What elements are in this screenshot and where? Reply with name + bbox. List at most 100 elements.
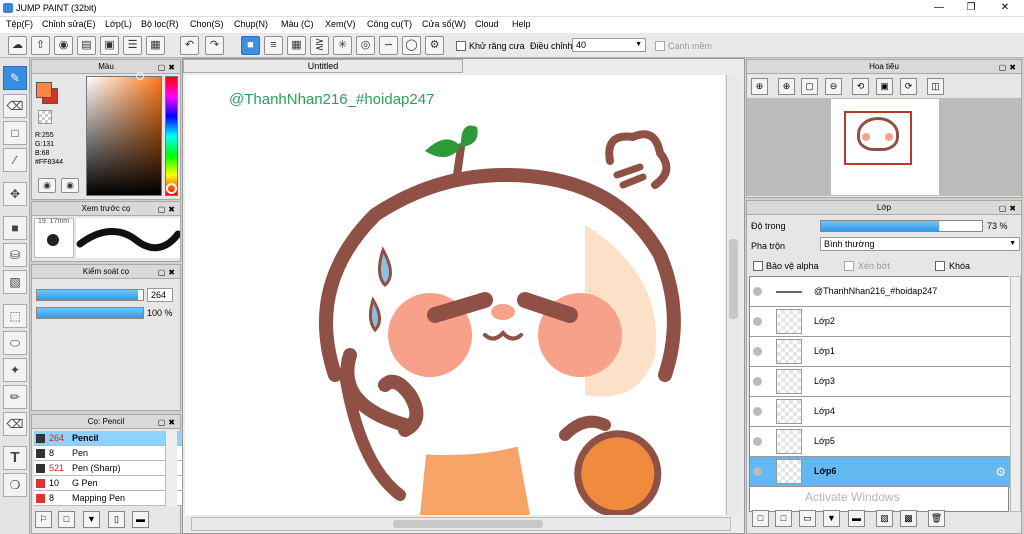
brush-add-icon[interactable]: ⚐ bbox=[35, 511, 52, 528]
panel-buttons-icon[interactable]: ▢✖ bbox=[158, 61, 178, 74]
panel-buttons-icon[interactable]: ▢✖ bbox=[158, 416, 178, 429]
layer-mask-icon[interactable]: ▩ bbox=[900, 510, 917, 527]
snap-parallel-icon[interactable]: ≡ bbox=[264, 36, 283, 55]
select-pen-tool-icon[interactable]: ✏ bbox=[3, 385, 27, 409]
soft-edge-checkbox[interactable] bbox=[655, 41, 665, 51]
rectangle-tool-icon[interactable]: □ bbox=[3, 121, 27, 145]
layer-row[interactable]: Lớp4 bbox=[750, 397, 1010, 427]
layer-row[interactable]: Lớp2 bbox=[750, 307, 1010, 337]
snap-grid-icon[interactable]: ▦ bbox=[287, 36, 306, 55]
snap-perspective-icon[interactable]: ⋛ bbox=[310, 36, 329, 55]
transparent-swatch[interactable] bbox=[38, 110, 52, 124]
color-palette-icon[interactable]: ◉ bbox=[38, 178, 56, 193]
brush-opacity-slider[interactable] bbox=[36, 307, 144, 319]
magic-wand-tool-icon[interactable]: ✦ bbox=[3, 358, 27, 382]
adjust-dropdown[interactable]: 40 ▼ bbox=[572, 38, 646, 52]
document-icon[interactable]: ▣ bbox=[100, 36, 119, 55]
minimize-icon[interactable]: — bbox=[924, 0, 954, 17]
bucket-tool-icon[interactable]: ⛁ bbox=[3, 243, 27, 267]
menu-cloud[interactable]: Cloud bbox=[475, 19, 499, 29]
layer-row[interactable]: Lớp3 bbox=[750, 367, 1010, 397]
menu-view[interactable]: Xem(V) bbox=[325, 19, 356, 29]
zoom-fit-icon[interactable]: ▢ bbox=[801, 78, 818, 95]
list-icon[interactable]: ☰ bbox=[123, 36, 142, 55]
menu-help[interactable]: Help bbox=[512, 19, 531, 29]
foreground-color-swatch[interactable] bbox=[36, 82, 52, 98]
text-tool-icon[interactable]: T bbox=[3, 446, 27, 470]
layer-folder-icon[interactable]: ▬ bbox=[848, 510, 865, 527]
redo-icon[interactable]: ↷ bbox=[205, 36, 224, 55]
brush-menu-icon[interactable]: ▼ bbox=[83, 511, 100, 528]
message-icon[interactable]: ▤ bbox=[77, 36, 96, 55]
undo-icon[interactable]: ↶ bbox=[180, 36, 199, 55]
menu-file[interactable]: Tệp(F) bbox=[6, 19, 33, 29]
layer-row[interactable]: @ThanhNhan216_#hoidap247 bbox=[750, 277, 1010, 307]
visibility-dot-icon[interactable] bbox=[753, 377, 762, 386]
navigator-view[interactable] bbox=[747, 98, 1021, 196]
move-tool-icon[interactable]: ✥ bbox=[3, 182, 27, 206]
new-layer-icon[interactable]: □ bbox=[752, 510, 769, 527]
snap-ellipse-icon[interactable]: ◯ bbox=[402, 36, 421, 55]
panel-buttons-icon[interactable]: ▢✖ bbox=[999, 202, 1019, 215]
merge-layer-icon[interactable]: ▨ bbox=[876, 510, 893, 527]
snap-radial-icon[interactable]: ✳ bbox=[333, 36, 352, 55]
brush-size-value[interactable]: 264 bbox=[147, 288, 173, 302]
canvas-h-scroll-thumb[interactable] bbox=[393, 520, 543, 528]
cloud-icon[interactable]: ☁ bbox=[8, 36, 27, 55]
clipping-checkbox[interactable] bbox=[844, 261, 854, 271]
visibility-dot-icon[interactable] bbox=[753, 467, 762, 476]
visibility-dot-icon[interactable] bbox=[753, 347, 762, 356]
dropper-tool-icon[interactable]: ❍ bbox=[3, 473, 27, 497]
snap-curve-icon[interactable]: ∽ bbox=[379, 36, 398, 55]
protect-alpha-checkbox[interactable] bbox=[753, 261, 763, 271]
brush-list-scrollbar[interactable] bbox=[165, 431, 177, 507]
snap-off-icon[interactable]: ■ bbox=[241, 36, 260, 55]
canvas-v-scroll-thumb[interactable] bbox=[729, 239, 738, 319]
visibility-dot-icon[interactable] bbox=[753, 317, 762, 326]
new-layer-alt-icon[interactable]: □ bbox=[775, 510, 792, 527]
canvas-tab[interactable]: Untitled bbox=[183, 59, 463, 73]
brush-new-icon[interactable]: □ bbox=[58, 511, 75, 528]
menu-layer[interactable]: Lớp(L) bbox=[105, 19, 132, 29]
visibility-dot-icon[interactable] bbox=[753, 437, 762, 446]
layer-row[interactable]: Lớp1 bbox=[750, 337, 1010, 367]
layer-opacity-slider[interactable] bbox=[820, 220, 983, 232]
antialias-checkbox[interactable] bbox=[456, 41, 466, 51]
hue-slider[interactable] bbox=[165, 76, 178, 196]
drawing-canvas[interactable]: @ThanhNhan216_#hoidap247 bbox=[185, 75, 725, 515]
visibility-dot-icon[interactable] bbox=[753, 407, 762, 416]
flip-icon[interactable]: ◫ bbox=[927, 78, 944, 95]
fill-rect-tool-icon[interactable]: ■ bbox=[3, 216, 27, 240]
zoom-out-icon[interactable]: ⊖ bbox=[825, 78, 842, 95]
eraser-tool-icon[interactable]: ⌫ bbox=[3, 94, 27, 118]
blend-mode-dropdown[interactable]: Bình thường ▼ bbox=[820, 237, 1020, 251]
menu-select[interactable]: Chọn(S) bbox=[190, 19, 224, 29]
layer-menu-icon[interactable]: ▼ bbox=[823, 510, 840, 527]
color-gradient-square[interactable] bbox=[86, 76, 162, 196]
visibility-dot-icon[interactable] bbox=[753, 287, 762, 296]
menu-color[interactable]: Màu (C) bbox=[281, 19, 314, 29]
panel-buttons-icon[interactable]: ▢✖ bbox=[158, 266, 178, 279]
menu-tools[interactable]: Công cụ(T) bbox=[367, 19, 412, 29]
layer-list-scrollbar[interactable] bbox=[1010, 276, 1021, 512]
menu-edit[interactable]: Chỉnh sửa(E) bbox=[42, 19, 96, 29]
hue-slider-handle[interactable] bbox=[166, 183, 177, 194]
select-eraser-tool-icon[interactable]: ⌫ bbox=[3, 412, 27, 436]
brush-copy-icon[interactable]: ▯ bbox=[108, 511, 125, 528]
pen-tool-icon[interactable]: ✎ bbox=[3, 66, 27, 90]
gradient-tool-icon[interactable]: ▧ bbox=[3, 270, 27, 294]
export-icon[interactable]: ⇧ bbox=[31, 36, 50, 55]
rotate-reset-icon[interactable]: ▣ bbox=[876, 78, 893, 95]
zoom-in-plus-icon[interactable]: ⊕ bbox=[778, 78, 795, 95]
menu-filter[interactable]: Bộ lọc(R) bbox=[141, 19, 179, 29]
line-tool-icon[interactable]: ∕ bbox=[3, 148, 27, 172]
brush-folder-icon[interactable]: ▬ bbox=[132, 511, 149, 528]
rotate-left-icon[interactable]: ⟲ bbox=[852, 78, 869, 95]
layer-row[interactable]: Lớp6 ⚙ bbox=[750, 457, 1010, 487]
brush-size-slider[interactable] bbox=[36, 289, 144, 301]
grid-settings-icon[interactable]: ▦ bbox=[146, 36, 165, 55]
gear-icon[interactable]: ⚙ bbox=[995, 465, 1006, 479]
rect-select-tool-icon[interactable]: ⬚ bbox=[3, 304, 27, 328]
lasso-tool-icon[interactable]: ⬭ bbox=[3, 331, 27, 355]
duplicate-layer-icon[interactable]: ▭ bbox=[799, 510, 816, 527]
